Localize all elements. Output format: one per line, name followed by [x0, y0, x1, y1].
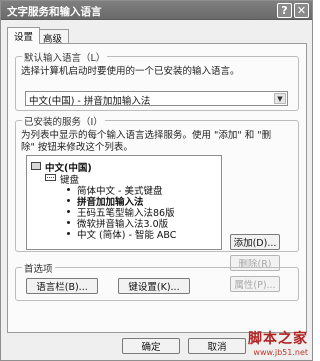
bullet-icon [67, 199, 70, 202]
default-language-description: 选择计算机启动时要使用的一个已安装的输入语言。 [21, 66, 240, 77]
dialog-window: 文字服务和输入语言 ? ✕ 设置 高级 默认输入语言（L） 选择计算机启动时要使… [0, 0, 313, 361]
installed-services-group: 已安装的服务（I） 为列表中显示的每个输入语言选择服务。使用 "添加" 和 "删… [15, 114, 299, 292]
settings-panel: 默认输入语言（L） 选择计算机启动时要使用的一个已安装的输入语言。 中文(中国)… [7, 43, 307, 333]
bullet-icon [67, 210, 70, 213]
language-bar-button[interactable]: 语言栏(B)... [26, 278, 98, 294]
ok-button[interactable]: 确定 [122, 338, 180, 354]
language-icon [31, 162, 41, 170]
installed-services-description-2: 除" 按钮来修改这个列表。 [21, 142, 133, 153]
services-tree[interactable]: 中文(中国) 键盘 简体中文 - 美式键盘 拼音加加输入法 王码五笔型输入法86… [26, 155, 222, 250]
watermark-title: 脚本之家 [248, 331, 308, 347]
installed-services-label: 已安装的服务（I） [22, 114, 105, 128]
title-bar[interactable]: 文字服务和输入语言 ? ✕ [1, 1, 312, 20]
preferences-label: 首选项 [22, 261, 55, 275]
cancel-button[interactable]: 取消 [188, 338, 246, 354]
watermark-url: www.jb51.net [253, 348, 308, 357]
close-button[interactable]: ✕ [294, 3, 309, 18]
default-language-group: 默认输入语言（L） 选择计算机启动时要使用的一个已安装的输入语言。 中文(中国)… [15, 50, 299, 111]
bullet-icon [67, 232, 70, 235]
watermark: 脚本之家 www.jb51.net [248, 328, 308, 357]
keyboard-icon [45, 174, 56, 181]
default-language-label: 默认输入语言（L） [22, 50, 108, 64]
chevron-down-icon[interactable]: ▼ [274, 93, 286, 104]
tab-settings[interactable]: 设置 [7, 27, 41, 44]
preferences-group: 首选项 语言栏(B)... 键设置(K)... [15, 261, 299, 301]
window-title: 文字服务和输入语言 [7, 6, 102, 18]
tab-advanced[interactable]: 高级 [36, 29, 70, 45]
key-settings-button[interactable]: 键设置(K)... [118, 278, 190, 294]
add-button[interactable]: 添加(D)... [230, 234, 280, 250]
tree-service[interactable]: 中文 (简体) - 智能 ABC [77, 227, 176, 241]
help-button[interactable]: ? [277, 3, 292, 18]
bullet-icon [67, 188, 70, 191]
default-language-dropdown[interactable]: 中文(中国) - 拼音加加输入法 ▼ [25, 91, 288, 107]
bullet-icon [67, 221, 70, 224]
default-language-value: 中文(中国) - 拼音加加输入法 [29, 96, 151, 107]
